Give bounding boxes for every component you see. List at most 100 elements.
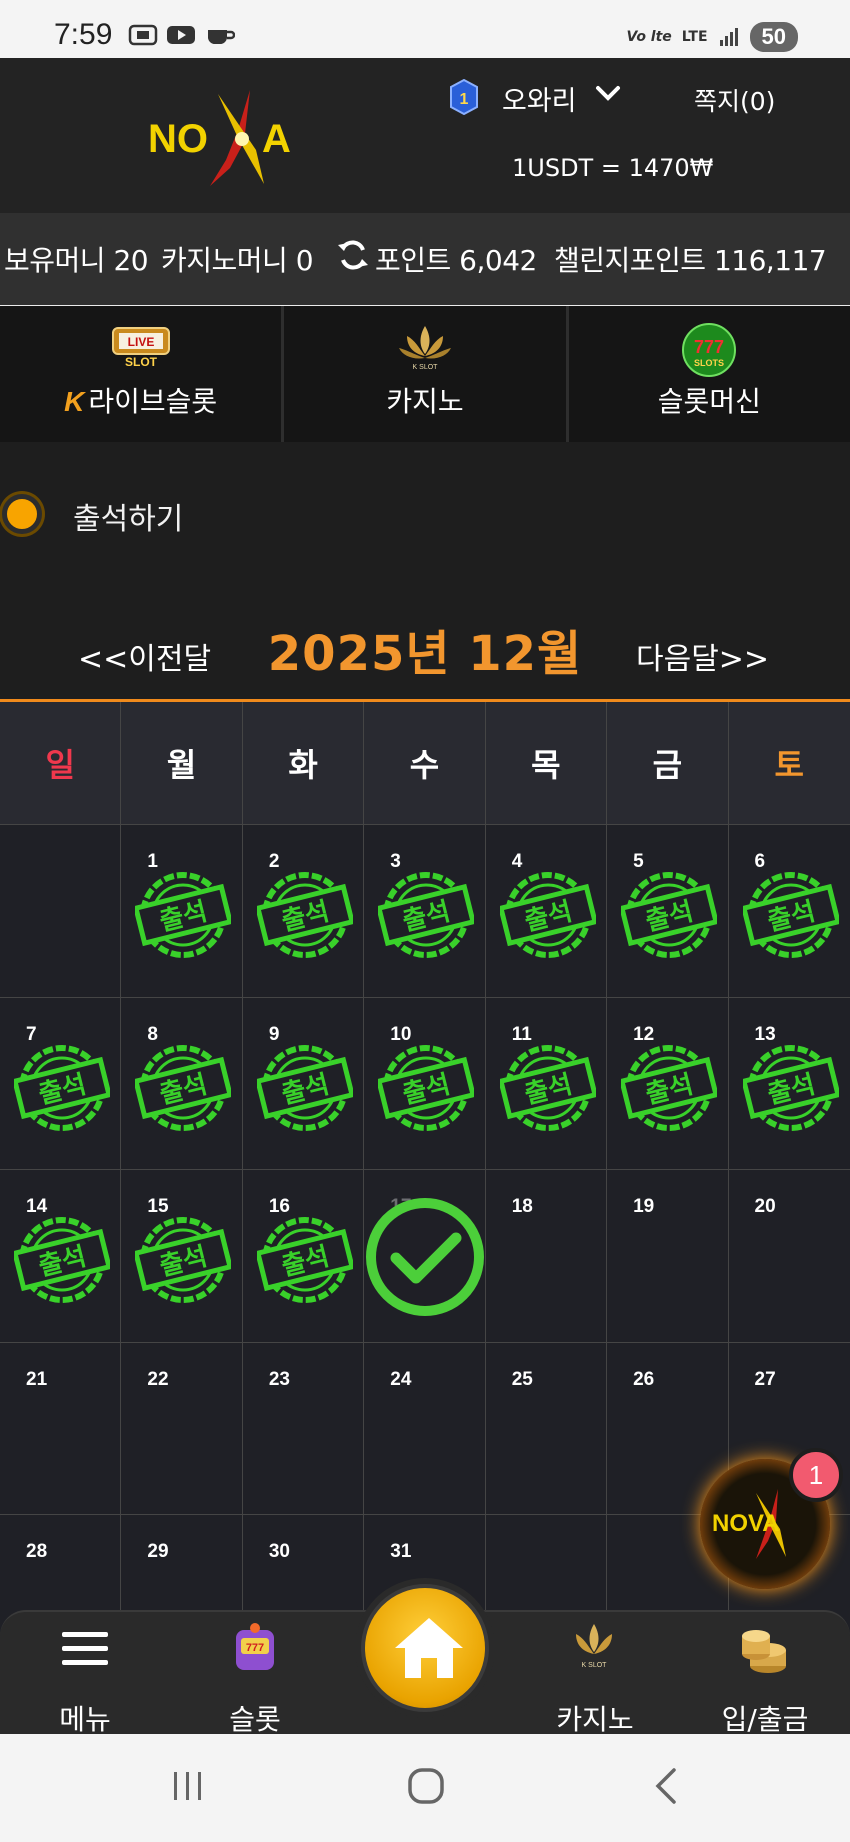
calendar-day[interactable]: 6 출석 [728,825,850,998]
calendar-day[interactable]: 12 출석 [607,997,729,1170]
game-tabs: LIVE SLOT K 라이브슬롯 K SLOT 카지노 777 SLOTS 슬롯… [0,306,850,442]
battery-icon: 50 [749,22,798,52]
chevron-down-icon[interactable] [595,84,621,102]
nav-deposit[interactable]: 입/출금 [695,1698,835,1738]
calendar-day[interactable]: 25 [485,1342,608,1515]
calendar-day[interactable]: 7 출석 [0,997,122,1170]
nova-logo[interactable]: NO A [146,90,318,186]
home-system-icon[interactable] [406,1766,446,1806]
weekday-3: 수 [364,702,486,825]
attendance-stamp-icon: 출석 [378,872,475,958]
status-right: Vo lte LTE 50 [626,22,798,52]
back-icon[interactable] [650,1766,682,1806]
day-number: 31 [390,1541,412,1562]
tab-casino-label: 카지노 [386,385,464,418]
cup-icon [208,30,235,45]
exchange-rate: 1USDT = 1470₩ [512,154,714,182]
day-number: 23 [268,1368,290,1390]
money-bar: 보유머니 20 카지노머니 0 포인트 6,042 챌린지포인트 116,117 [0,213,850,305]
calendar-day[interactable]: 2 출석 [242,825,365,998]
calendar-day[interactable]: 10 출석 [364,997,486,1170]
calendar-day[interactable]: 13 출석 [728,997,850,1170]
calendar-day[interactable]: 11 출석 [485,997,608,1170]
recent-apps-icon[interactable] [170,1768,206,1804]
calendar-day[interactable]: 16 출석 [242,1170,365,1343]
coins-icon [742,1630,786,1673]
signal-icon [719,28,738,46]
tab-live-slot[interactable]: LIVE SLOT K 라이브슬롯 [0,306,285,442]
day-number: 29 [147,1541,169,1562]
next-month-button[interactable]: 다음달>> [636,634,769,678]
k-logo-icon: K [64,386,85,417]
weekday-4: 목 [485,702,608,825]
menu-icon [62,1632,108,1665]
calendar-week: 7 출석 8 출석 9 출석 10 출석 11 출석 12 출석 13 출석 [0,997,850,1170]
day-number: 25 [511,1368,533,1390]
attendance-stamp-icon: 출석 [256,1217,353,1303]
attendance-stamp-icon: 출석 [499,872,596,958]
calendar-week: 14출석15출석16출석17 18 19 20 [0,1170,850,1343]
screenshot-icon [128,24,158,46]
home-button[interactable] [361,1584,489,1712]
refresh-icon[interactable] [336,238,370,272]
status-bar: 7:59 Vo lte LTE 50 [0,0,850,58]
section-dot-icon [2,494,42,534]
calendar-day[interactable]: 14 출석 [0,1170,122,1343]
svg-text:NOVA: NOVA [712,1510,780,1537]
holding-money: 보유머니 20 [4,244,149,277]
calendar-day[interactable]: 1 출석 [121,825,243,998]
calendar-day[interactable]: 9 출석 [242,997,365,1170]
attendance-stamp-icon: 출석 [256,872,353,958]
calendar-day[interactable]: 8 출석 [121,997,243,1170]
volte-icon: Vo lte [626,29,672,45]
home-icon [395,1618,463,1678]
attendance-stamp-icon: 출석 [499,1044,596,1131]
k-slot-casino-icon: K SLOT [398,326,451,371]
slot-machine-icon: 777 [236,1623,274,1670]
calendar-day[interactable]: 20 [728,1170,850,1343]
tab-live-slot-label: 라이브슬롯 [88,385,218,418]
attendance-stamp-icon: 출석 [378,1044,475,1131]
day-number: 24 [390,1368,412,1390]
calendar-week: 1 출석 2 출석 3 출석 4 출석 5 출석 6 출석 [0,825,850,998]
casino-nav-icon: K SLOT [576,1624,612,1669]
attendance-stamp-icon: 출석 [14,1044,110,1131]
today-check-icon [366,1198,485,1316]
challenge-points: 챌린지포인트 116,117 [554,244,827,277]
tab-casino[interactable]: K SLOT 카지노 [284,306,569,442]
attendance-stamp-icon: 출석 [621,872,718,958]
nav-menu[interactable]: 메뉴 [15,1698,155,1738]
svg-text:LIVE: LIVE [127,335,154,349]
calendar-day[interactable]: 22 [121,1342,243,1515]
calendar-day[interactable]: 17 [364,1170,486,1343]
calendar-day[interactable]: 21 [0,1342,122,1515]
weekday-0: 일 [0,702,122,825]
svg-text:777: 777 [694,337,724,357]
svg-text:K SLOT: K SLOT [413,364,439,371]
notification-badge[interactable]: 1 [789,1448,843,1502]
calendar-day[interactable]: 15 출석 [121,1170,243,1343]
calendar-day[interactable]: 4 출석 [485,825,608,998]
day-number: 27 [754,1368,776,1390]
day-number: 30 [268,1541,290,1562]
day-number: 19 [633,1196,655,1217]
nav-casino[interactable]: 카지노 [525,1698,665,1738]
svg-text:777: 777 [246,1642,264,1654]
points: 포인트 6,042 [375,244,537,277]
day-number: 21 [26,1368,48,1390]
calendar-day[interactable]: 24 [364,1342,486,1515]
tab-slot-machine[interactable]: 777 SLOTS 슬롯머신 [569,306,850,442]
day-number: 28 [26,1541,48,1562]
nav-slot[interactable]: 슬롯 [185,1698,325,1738]
logo-text: NO [148,117,208,161]
calendar-day[interactable]: 3 출석 [364,825,486,998]
memo-link[interactable]: 쪽지(0) [694,82,775,118]
attendance-stamp-icon: 출석 [742,872,839,958]
calendar-day[interactable]: 23 [242,1342,365,1515]
calendar-day[interactable]: 18 [485,1170,608,1343]
username[interactable]: 오와리 [502,79,577,118]
calendar-day[interactable]: 19 [607,1170,729,1343]
rank-badge-icon: 1 [450,79,478,115]
status-time: 7:59 [54,18,113,51]
calendar-day[interactable]: 5 출석 [607,825,729,998]
